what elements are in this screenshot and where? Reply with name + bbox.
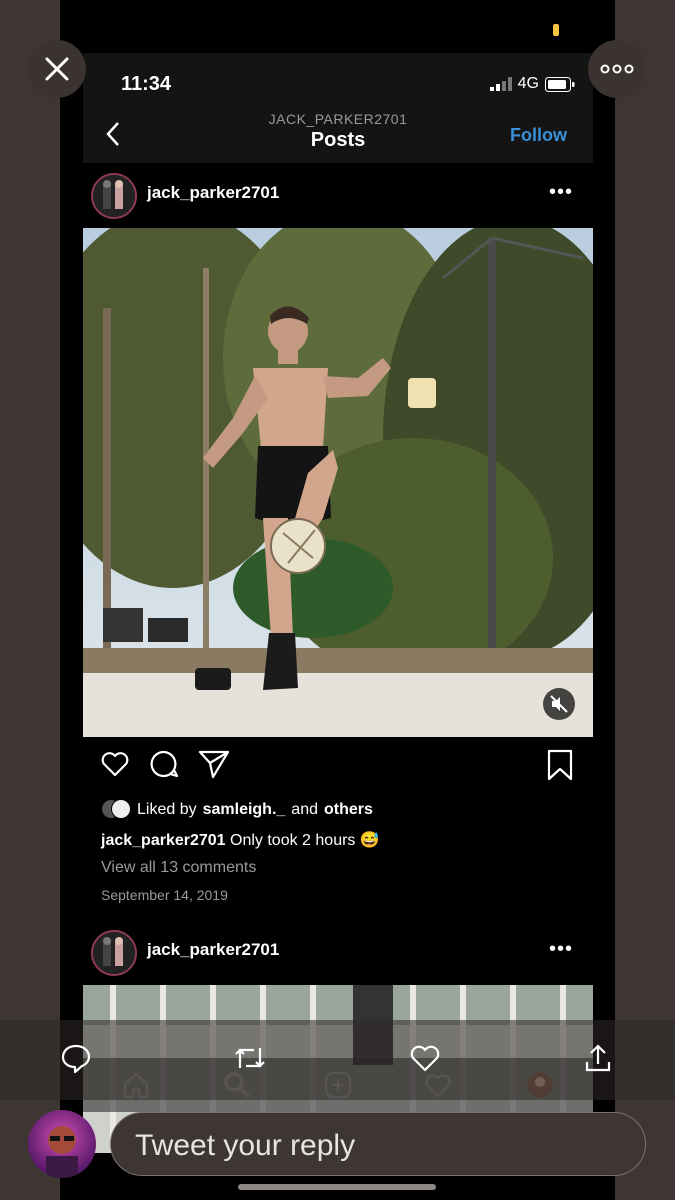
more-options-icon[interactable]: •••: [549, 938, 573, 961]
reply-placeholder: Tweet your reply: [135, 1129, 356, 1162]
signal-icon: [489, 77, 512, 91]
upload-icon: [585, 1044, 611, 1072]
share-icon: [198, 750, 230, 779]
comment-button[interactable]: [148, 748, 180, 785]
network-label: 4G: [517, 75, 539, 92]
more-options-icon[interactable]: •••: [549, 181, 573, 204]
post-date: September 14, 2019: [101, 887, 228, 903]
share-tweet-button[interactable]: [582, 1042, 614, 1079]
caption-username[interactable]: jack_parker2701: [101, 832, 226, 849]
like-button[interactable]: [99, 748, 131, 785]
liked-mid: and: [291, 801, 318, 818]
liked-prefix: Liked by: [137, 801, 197, 818]
post-username[interactable]: jack_parker2701: [147, 183, 279, 203]
close-icon: [45, 57, 69, 81]
instagram-app: 11:34 4G JACK_PARKER2701 Posts Follow ja…: [83, 53, 593, 1153]
more-button[interactable]: [588, 40, 646, 98]
photo-scene: [83, 228, 593, 737]
post-actions: [83, 748, 593, 788]
status-bar: 11:34 4G: [83, 53, 593, 109]
notification-dot: [553, 24, 559, 36]
user-avatar[interactable]: [28, 1110, 96, 1178]
liked-user[interactable]: samleigh._: [203, 801, 286, 819]
more-icon: [600, 64, 634, 74]
liked-by[interactable]: Liked by samleigh._ and others: [101, 799, 373, 821]
retweet-button[interactable]: [232, 1042, 268, 1079]
tweet-actions: [0, 1020, 675, 1100]
avatar[interactable]: [91, 173, 137, 219]
post-header: jack_parker2701 •••: [83, 167, 593, 223]
battery-icon: [545, 76, 575, 92]
caption-text: Only took 2 hours 😅: [230, 832, 380, 849]
view-comments-link[interactable]: View all 13 comments: [101, 859, 256, 877]
status-indicators: 4G: [489, 75, 575, 93]
reply-button[interactable]: [60, 1042, 92, 1079]
post-header: jack_parker2701 •••: [83, 924, 593, 980]
status-time: 11:34: [121, 73, 172, 95]
share-button[interactable]: [197, 748, 231, 785]
home-indicator: [238, 1184, 436, 1190]
post-caption: jack_parker2701 Only took 2 hours 😅: [101, 830, 380, 850]
post-photo[interactable]: [83, 228, 593, 737]
comment-icon: [150, 750, 179, 778]
follow-button[interactable]: Follow: [510, 125, 567, 146]
close-button[interactable]: [28, 40, 86, 98]
like-tweet-button[interactable]: [408, 1042, 442, 1079]
mute-button[interactable]: [543, 688, 575, 720]
like-icon: [410, 1045, 440, 1072]
liked-suffix[interactable]: others: [324, 801, 373, 819]
reply-input[interactable]: Tweet your reply: [110, 1112, 646, 1176]
heart-icon: [101, 752, 129, 777]
reply-icon: [61, 1044, 91, 1074]
bookmark-button[interactable]: [545, 748, 575, 787]
bookmark-icon: [547, 749, 573, 781]
mute-icon: [550, 695, 568, 713]
nav-bar: JACK_PARKER2701 Posts Follow: [83, 109, 593, 163]
post-username[interactable]: jack_parker2701: [147, 940, 279, 960]
liked-avatars: [101, 799, 131, 821]
retweet-icon: [235, 1048, 265, 1068]
avatar[interactable]: [91, 930, 137, 976]
